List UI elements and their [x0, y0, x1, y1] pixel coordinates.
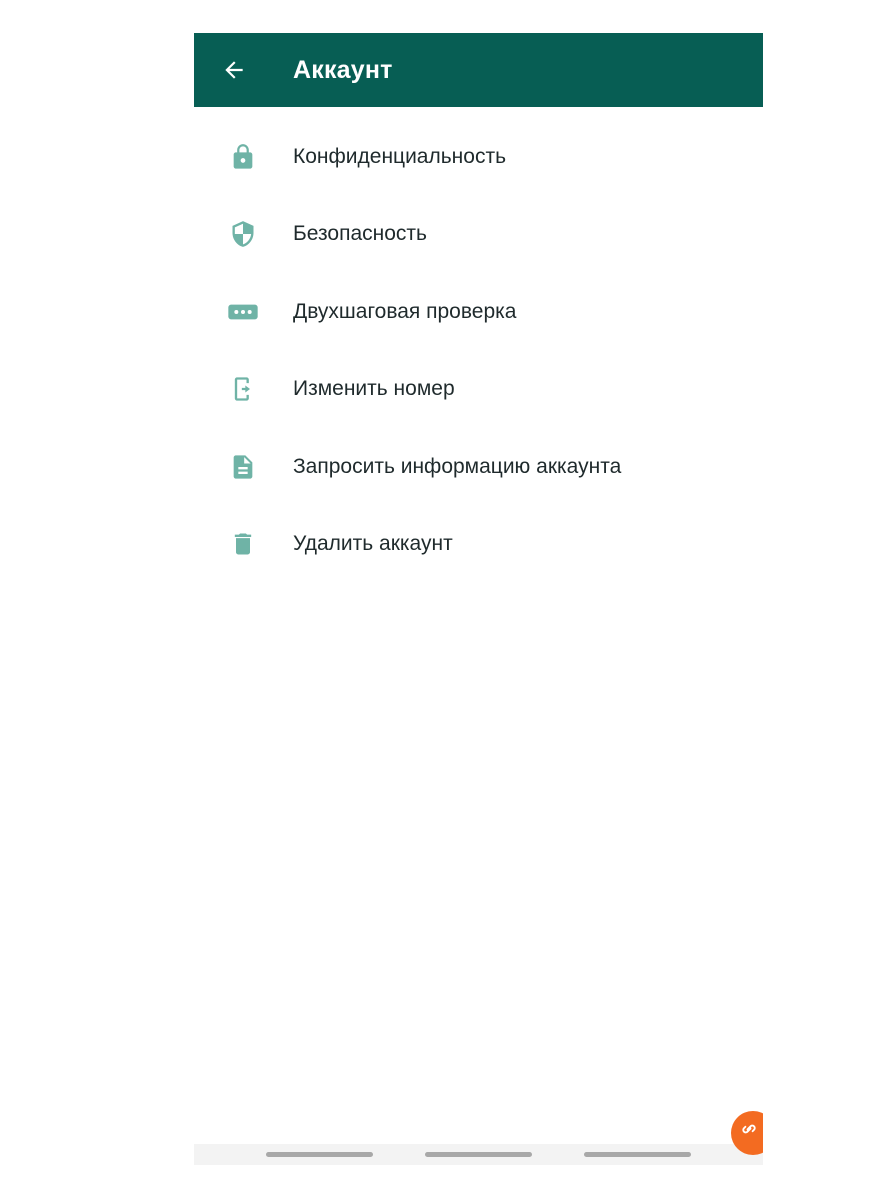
trash-icon: [227, 528, 259, 560]
system-navigation-bar: [194, 1144, 763, 1165]
account-settings-list: Конфиденциальность Безопасность Двухшаго…: [194, 118, 763, 583]
phone-change-icon: [227, 373, 259, 405]
back-button[interactable]: [214, 50, 254, 90]
arrow-left-icon: [225, 61, 243, 79]
page: Аккаунт Конфиденциальность Безопасность: [0, 0, 895, 1200]
menu-item-change-number[interactable]: Изменить номер: [194, 351, 763, 429]
menu-item-label: Двухшаговая проверка: [293, 299, 517, 323]
shield-icon: [227, 218, 259, 250]
app-bar: Аккаунт: [194, 33, 763, 107]
link-icon: [742, 1124, 756, 1134]
menu-item-privacy[interactable]: Конфиденциальность: [194, 118, 763, 196]
menu-item-label: Безопасность: [293, 222, 427, 246]
menu-item-label: Запросить информацию аккаунта: [293, 454, 622, 478]
document-icon: [227, 451, 259, 483]
menu-item-label: Изменить номер: [293, 377, 455, 401]
page-title: Аккаунт: [293, 56, 393, 84]
menu-item-label: Конфиденциальность: [293, 144, 507, 168]
nav-home-handle[interactable]: [425, 1152, 532, 1157]
lock-icon: [227, 141, 259, 173]
menu-item-delete-account[interactable]: Удалить аккаунт: [194, 506, 763, 584]
nav-recent-apps-handle[interactable]: [266, 1152, 373, 1157]
menu-item-security[interactable]: Безопасность: [194, 196, 763, 274]
menu-item-label: Удалить аккаунт: [293, 532, 453, 556]
phone-screen: Аккаунт Конфиденциальность Безопасность: [194, 33, 763, 1165]
menu-item-two-step-verification[interactable]: Двухшаговая проверка: [194, 273, 763, 351]
password-dots-icon: [227, 296, 259, 328]
menu-item-request-account-info[interactable]: Запросить информацию аккаунта: [194, 428, 763, 506]
nav-back-handle[interactable]: [584, 1152, 691, 1157]
